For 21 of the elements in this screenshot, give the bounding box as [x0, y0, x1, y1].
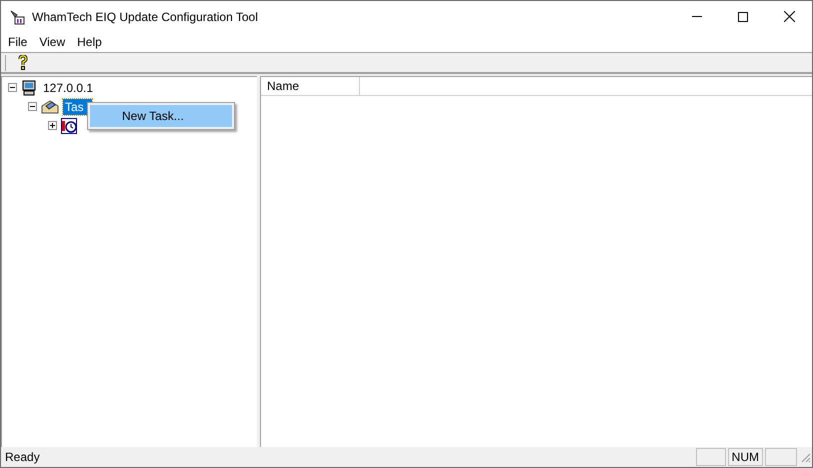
resize-grip-icon[interactable] — [799, 451, 811, 463]
close-icon — [784, 11, 794, 22]
collapse-toggle[interactable] — [8, 83, 17, 92]
menu-item[interactable]: New Task... — [90, 105, 232, 127]
window-title: WhamTech EIQ Update Configuration Tool — [32, 8, 258, 26]
computer-icon — [21, 80, 37, 96]
folder-icon — [41, 98, 59, 114]
column-header[interactable]: Name — [261, 77, 360, 95]
expand-toggle[interactable] — [48, 121, 57, 130]
status-pane: NUM — [728, 448, 763, 466]
collapse-toggle[interactable] — [28, 102, 37, 111]
question-mark-icon — [18, 55, 28, 70]
clock-icon — [61, 118, 77, 134]
tree-item[interactable]: 127.0.0.1 — [41, 80, 102, 96]
app-icon — [9, 8, 25, 24]
menu-item[interactable]: File — [2, 33, 34, 51]
status-text: Ready — [4, 449, 41, 466]
status-pane — [765, 448, 797, 466]
menu-item[interactable]: View — [33, 33, 72, 51]
menu-item[interactable]: Help — [71, 33, 108, 51]
status-pane — [696, 448, 726, 466]
